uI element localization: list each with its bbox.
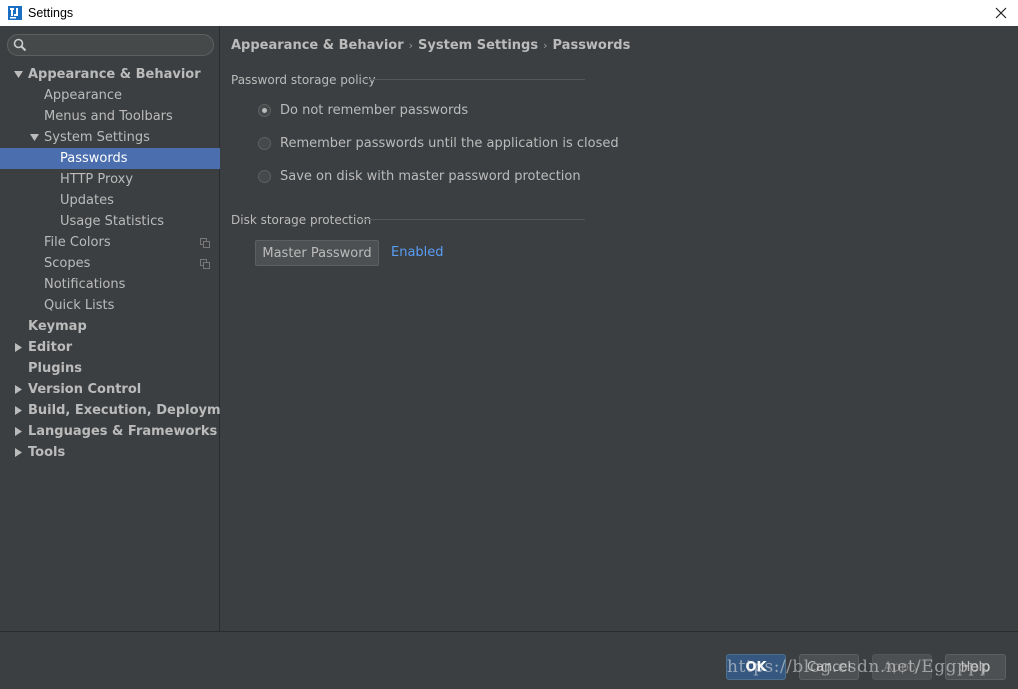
- expand-arrow-right-icon[interactable]: [13, 427, 23, 437]
- group-divider: [357, 219, 585, 220]
- settings-tree: Appearance & Behavior Appearance Menus and…: [0, 64, 245, 463]
- radio-label: Remember passwords until the application…: [280, 136, 619, 151]
- sidebar-item-quick-lists[interactable]: Quick Lists: [0, 295, 220, 316]
- radio-remember-until-closed[interactable]: Remember passwords until the application…: [258, 136, 619, 151]
- sidebar-item-label: Updates: [60, 193, 114, 208]
- breadcrumb: Appearance & Behavior › System Settings …: [231, 38, 630, 53]
- search-input[interactable]: [7, 34, 214, 56]
- sidebar-item-label: HTTP Proxy: [60, 172, 134, 187]
- apply-button[interactable]: Apply: [872, 654, 932, 680]
- radio-label: Do not remember passwords: [280, 103, 469, 118]
- sidebar-item-http-proxy[interactable]: HTTP Proxy: [0, 169, 220, 190]
- project-scope-icon: [200, 237, 210, 252]
- expand-arrow-right-icon[interactable]: [13, 448, 23, 458]
- sidebar-item-updates[interactable]: Updates: [0, 190, 220, 211]
- close-icon[interactable]: [988, 0, 1014, 26]
- radio-do-not-remember[interactable]: Do not remember passwords: [258, 103, 468, 118]
- radio-button[interactable]: [258, 170, 271, 183]
- sidebar-item-label: Menus and Toolbars: [44, 109, 173, 124]
- dialog-button-bar: OK Cancel Apply Help: [0, 631, 1018, 689]
- sidebar-item-system-settings[interactable]: System Settings: [0, 127, 220, 148]
- sidebar-item-appearance[interactable]: Appearance: [0, 85, 220, 106]
- radio-button[interactable]: [258, 137, 271, 150]
- sidebar-item-label: Notifications: [44, 277, 126, 292]
- sidebar-item-keymap[interactable]: Keymap: [0, 316, 220, 337]
- breadcrumb-item: Appearance & Behavior: [231, 38, 404, 53]
- sidebar-item-label: File Colors: [44, 235, 111, 250]
- sidebar-item-label: Plugins: [28, 361, 82, 376]
- sidebar-item-label: Quick Lists: [44, 298, 115, 313]
- radio-label: Save on disk with master password protec…: [280, 169, 581, 184]
- ok-button[interactable]: OK: [726, 654, 786, 680]
- sidebar-item-tools[interactable]: Tools: [0, 442, 220, 463]
- sidebar-item-usage-statistics[interactable]: Usage Statistics: [0, 211, 220, 232]
- sidebar-item-label: Build, Execution, Deployment: [28, 403, 245, 418]
- expand-arrow-right-icon[interactable]: [13, 343, 23, 353]
- sidebar-item-scopes[interactable]: Scopes: [0, 253, 220, 274]
- help-button[interactable]: Help: [945, 654, 1006, 680]
- sidebar-item-label: Tools: [28, 445, 66, 460]
- expand-arrow-down-icon[interactable]: [13, 70, 23, 80]
- sidebar-item-languages-frameworks[interactable]: Languages & Frameworks: [0, 421, 220, 442]
- breadcrumb-item: Passwords: [552, 38, 631, 53]
- breadcrumb-separator: ›: [543, 39, 548, 52]
- radio-button[interactable]: [258, 104, 271, 117]
- sidebar-item-editor[interactable]: Editor: [0, 337, 220, 358]
- sidebar-item-label: Languages & Frameworks: [28, 424, 218, 439]
- sidebar-item-label: Scopes: [44, 256, 91, 271]
- enabled-status-link[interactable]: Enabled: [391, 245, 444, 260]
- sidebar-item-label: Keymap: [28, 319, 87, 334]
- password-policy-title: Password storage policy: [231, 73, 376, 87]
- sidebar-item-label: Version Control: [28, 382, 142, 397]
- expand-arrow-right-icon[interactable]: [13, 406, 23, 416]
- sidebar-item-label: Editor: [28, 340, 73, 355]
- title-bar: Settings: [0, 0, 1018, 26]
- intellij-logo-icon: [7, 5, 23, 21]
- disk-protection-title: Disk storage protection: [231, 213, 372, 227]
- sidebar-item-appearance-behavior[interactable]: Appearance & Behavior: [0, 64, 220, 85]
- radio-save-on-disk[interactable]: Save on disk with master password protec…: [258, 169, 581, 184]
- sidebar-item-passwords[interactable]: Passwords: [0, 148, 220, 169]
- settings-sidebar: Appearance & Behavior Appearance Menus and…: [0, 26, 245, 631]
- sidebar-item-label: System Settings: [44, 130, 150, 145]
- sidebar-item-version-control[interactable]: Version Control: [0, 379, 220, 400]
- window-title: Settings: [28, 6, 74, 20]
- cancel-button[interactable]: Cancel: [799, 654, 859, 680]
- sidebar-item-label: Appearance: [44, 88, 123, 103]
- project-scope-icon: [200, 258, 210, 273]
- sidebar-item-build-execution-deployment[interactable]: Build, Execution, Deployment: [0, 400, 245, 421]
- expand-arrow-right-icon[interactable]: [13, 385, 23, 395]
- search-icon: [13, 38, 27, 56]
- master-password-button[interactable]: Master Password: [255, 240, 379, 266]
- group-divider: [362, 79, 585, 80]
- sidebar-item-plugins[interactable]: Plugins: [0, 358, 220, 379]
- sidebar-item-label: Appearance & Behavior: [28, 67, 201, 82]
- breadcrumb-separator: ›: [408, 39, 414, 52]
- sidebar-item-label: Passwords: [60, 151, 128, 166]
- expand-arrow-down-icon[interactable]: [29, 133, 39, 143]
- sidebar-item-menus-and-toolbars[interactable]: Menus and Toolbars: [0, 106, 220, 127]
- breadcrumb-item: System Settings: [418, 38, 539, 53]
- settings-content: Appearance & Behavior › System Settings …: [221, 26, 1018, 631]
- sidebar-item-file-colors[interactable]: File Colors: [0, 232, 220, 253]
- sidebar-item-label: Usage Statistics: [60, 214, 165, 229]
- sidebar-item-notifications[interactable]: Notifications: [0, 274, 220, 295]
